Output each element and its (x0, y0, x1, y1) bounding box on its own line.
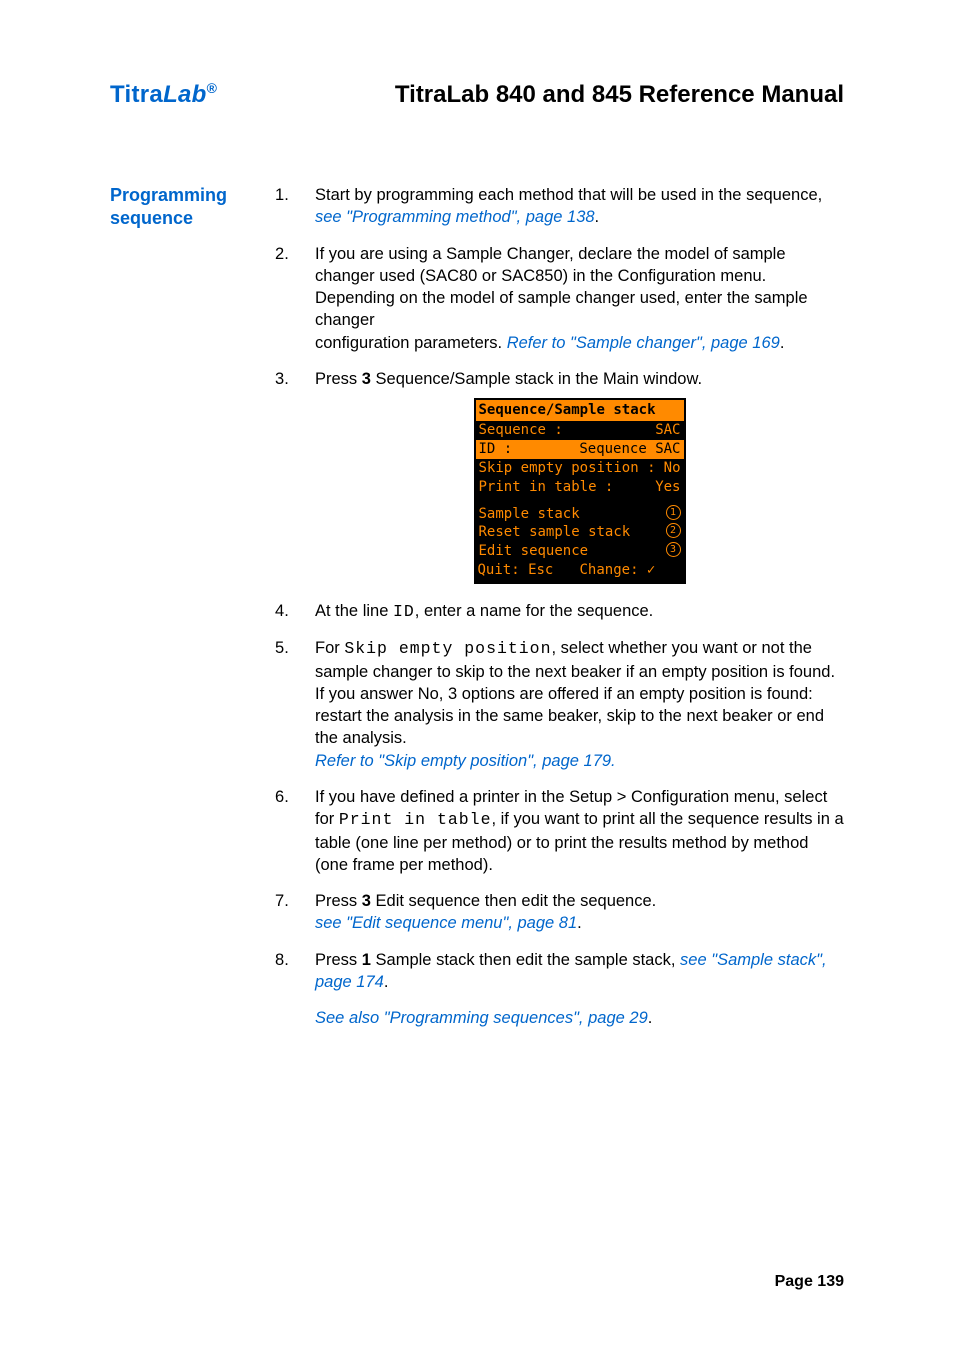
xref-edit-sequence-menu[interactable]: see "Edit sequence menu", page 81 (315, 914, 577, 932)
lcd-id-label: ID : (479, 441, 513, 457)
step-1-dot: . (595, 208, 600, 226)
lcd-sample-stack-label: Sample stack (479, 505, 580, 524)
brand-pre: Titra (110, 81, 163, 108)
step-7-dot: . (577, 914, 582, 932)
lcd-row-sequence: Sequence : SAC (476, 421, 684, 440)
lcd-row-skip: Skip empty position : No (476, 459, 684, 478)
brand-italic: Lab (163, 81, 207, 108)
step-1: Start by programming each method that wi… (275, 184, 844, 229)
xref-programming-method[interactable]: see "Programming method", page 138 (315, 208, 595, 226)
xref-programming-sequences[interactable]: See also "Programming sequences", page 2… (315, 1009, 648, 1027)
xref-skip-empty-position[interactable]: Refer to "Skip empty position", page 179… (315, 752, 616, 770)
section-heading: Programming sequence (110, 184, 275, 231)
circled-1-icon: 1 (666, 505, 681, 520)
step-3: Press 3 Sequence/Sample stack in the Mai… (275, 368, 844, 584)
page-container: TitraLab® TitraLab 840 and 845 Reference… (0, 0, 954, 1351)
step-3-b: Sequence/Sample stack in the Main window… (371, 370, 702, 388)
lcd-sequence-label: Sequence : (479, 421, 563, 440)
lcd-spacer (476, 497, 684, 505)
see-also-dot: . (648, 1009, 653, 1027)
step-6: If you have defined a printer in the Set… (275, 786, 844, 876)
lcd-print-value: Yes (655, 478, 680, 497)
step-2-text-a: If you are using a Sample Changer, decla… (315, 245, 808, 330)
step-5-a: For (315, 639, 344, 657)
lcd-quit: Quit: Esc (478, 561, 580, 580)
step-2-dot: . (780, 334, 785, 352)
step-list: Start by programming each method that wi… (275, 184, 844, 993)
step-7-b: Edit sequence then edit the sequence. (371, 892, 656, 910)
content-row: Programming sequence Start by programmin… (110, 184, 844, 1029)
lcd-row-reset: Reset sample stack 2 (476, 523, 684, 542)
step-7: Press 3 Edit sequence then edit the sequ… (275, 890, 844, 935)
lcd-print-label: Print in table : (479, 478, 614, 497)
brand-reg: ® (207, 80, 218, 96)
lcd-wrapper: Sequence/Sample stack Sequence : SAC ID … (315, 398, 844, 584)
step-8: Press 1 Sample stack then edit the sampl… (275, 949, 844, 994)
lcd-screen: Sequence/Sample stack Sequence : SAC ID … (474, 398, 686, 584)
step-5-kw: Skip empty position (344, 639, 551, 658)
lcd-row-sample-stack: Sample stack 1 (476, 505, 684, 524)
step-4-a: At the line (315, 602, 393, 620)
section-heading-line2: sequence (110, 207, 275, 230)
lcd-sequence-value: SAC (655, 421, 680, 440)
step-8-dot: . (384, 973, 389, 991)
step-6-kw: Print in table (339, 810, 492, 829)
lcd-row-print: Print in table : Yes (476, 478, 684, 497)
lcd-id-value: Sequence SAC (579, 440, 680, 459)
step-8-key: 1 (362, 951, 371, 969)
step-2-text-b: configuration parameters. (315, 334, 507, 352)
step-5: For Skip empty position, select whether … (275, 637, 844, 772)
lcd-reset-label: Reset sample stack (479, 523, 631, 542)
lcd-skip-label: Skip empty position : (479, 459, 656, 478)
lcd-change: Change: ✓ (580, 561, 682, 580)
page-number: Page 139 (775, 1273, 844, 1291)
step-3-key: 3 (362, 370, 371, 388)
step-8-b: Sample stack then edit the sample stack, (371, 951, 680, 969)
step-7-a: Press (315, 892, 362, 910)
step-4: At the line ID, enter a name for the seq… (275, 600, 844, 623)
step-8-a: Press (315, 951, 362, 969)
step-2: If you are using a Sample Changer, decla… (275, 243, 844, 354)
step-7-key: 3 (362, 892, 371, 910)
document-title: TitraLab 840 and 845 Reference Manual (395, 81, 844, 109)
brand-logo: TitraLab® (110, 80, 217, 109)
lcd-edit-label: Edit sequence (479, 542, 589, 561)
page-header: TitraLab® TitraLab 840 and 845 Reference… (110, 80, 844, 109)
lcd-skip-value: No (664, 459, 681, 478)
step-4-kw: ID (393, 602, 415, 621)
section-heading-line1: Programming (110, 184, 275, 207)
step-3-a: Press (315, 370, 362, 388)
see-also: See also "Programming sequences", page 2… (275, 1007, 844, 1029)
circled-2-icon: 2 (666, 523, 681, 538)
step-1-text: Start by programming each method that wi… (315, 186, 822, 204)
lcd-row-edit: Edit sequence 3 (476, 542, 684, 561)
lcd-row-id-selected: ID : Sequence SAC (476, 440, 684, 459)
main-column: Start by programming each method that wi… (275, 184, 844, 1029)
circled-3-icon: 3 (666, 542, 681, 557)
lcd-footer: Quit: Esc Change: ✓ (476, 561, 684, 582)
xref-sample-changer[interactable]: Refer to "Sample changer", page 169 (507, 334, 780, 352)
step-4-b: , enter a name for the sequence. (415, 602, 654, 620)
lcd-title: Sequence/Sample stack (476, 400, 684, 421)
